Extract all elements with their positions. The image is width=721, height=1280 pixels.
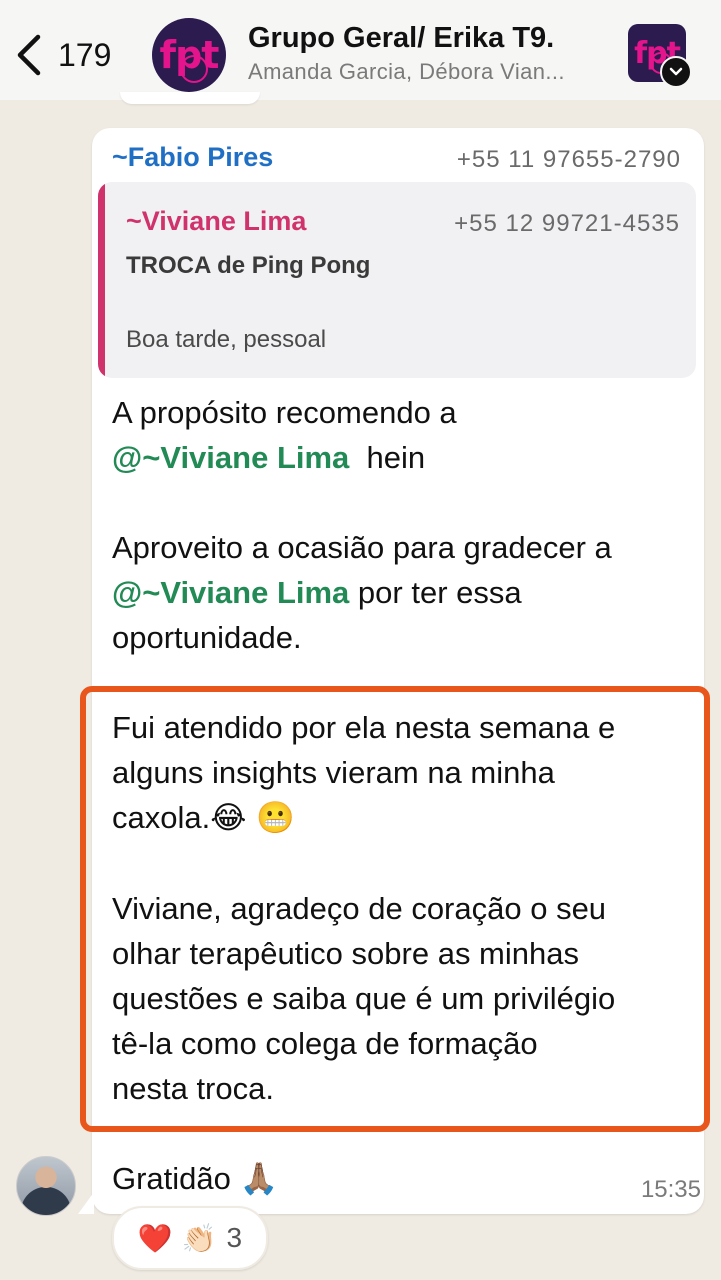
chevron-left-icon xyxy=(17,34,41,76)
message-text: caxola. xyxy=(112,800,211,835)
message-text: por ter essa xyxy=(349,575,522,610)
sender-avatar[interactable] xyxy=(16,1156,76,1216)
message-line: olhar terapêutico sobre as minhas xyxy=(112,936,579,971)
chat-title-area[interactable]: Grupo Geral/ Erika T9. Amanda Garcia, Dé… xyxy=(248,22,618,85)
message-paragraph: Gratidão 🙏🏽 xyxy=(112,1156,692,1202)
group-avatar[interactable]: fpt xyxy=(152,18,226,92)
chat-title: Grupo Geral/ Erika T9. xyxy=(248,22,555,54)
mention-link[interactable]: @~Viviane Lima xyxy=(112,440,349,475)
quoted-message[interactable]: ~Viviane Lima +55 12 99721-4535 TROCA de… xyxy=(98,182,696,378)
message-line: questões e saiba que é um privilégio xyxy=(112,981,616,1016)
message-reactions[interactable]: ❤️ 👏🏻 3 xyxy=(112,1206,268,1270)
message-line: alguns insights vieram na minha xyxy=(112,755,555,790)
quoted-sender-name: ~Viviane Lima xyxy=(126,206,307,236)
message-text: hein xyxy=(349,440,426,475)
reaction-count: 3 xyxy=(226,1222,243,1253)
quoted-sender-phone: +55 12 99721-4535 xyxy=(454,210,680,237)
back-button[interactable]: 179 xyxy=(14,30,114,80)
message-text: Gratidão xyxy=(112,1161,231,1196)
heart-clap-reaction-icons: ❤️ 👏🏻 xyxy=(137,1221,217,1255)
praying-hands-emoji: 🙏🏽 xyxy=(239,1161,279,1197)
quoted-text-body: Boa tarde, pessoal xyxy=(126,326,327,353)
message-line: Aproveito a ocasião para gradecer a xyxy=(112,530,612,565)
bubble-tail xyxy=(78,1192,94,1214)
message-paragraph: A propósito recomendo a @~Viviane Lima h… xyxy=(112,390,692,480)
chevron-down-badge-icon[interactable] xyxy=(660,56,692,88)
message-line: Fui atendido por ela nesta semana e xyxy=(112,710,616,745)
mention-link[interactable]: @~Viviane Lima xyxy=(112,575,349,610)
message-line: tê-la como colega de formação xyxy=(112,1026,538,1061)
message-paragraph: Viviane, agradeço de coração o seu olhar… xyxy=(112,886,692,1111)
previous-message-edge xyxy=(120,92,260,104)
message-line: @~Viviane Lima por ter essa xyxy=(112,570,692,615)
message-line: caxola.😂 😬 xyxy=(112,795,692,841)
quoted-text-title: TROCA de Ping Pong xyxy=(126,252,371,279)
message-line: @~Viviane Lima hein xyxy=(112,435,692,480)
message-sender-name[interactable]: ~Fabio Pires xyxy=(112,142,273,173)
quote-accent-bar xyxy=(98,182,105,378)
chat-header: 179 fpt Grupo Geral/ Erika T9. Amanda Ga… xyxy=(0,0,721,100)
message-line: Viviane, agradeço de coração o seu xyxy=(112,891,607,926)
message-line: nesta troca. xyxy=(112,1071,274,1106)
message-timestamp: 15:35 xyxy=(640,1176,701,1203)
group-logo-text: fpt xyxy=(160,33,219,83)
chat-participants: Amanda Garcia, Débora Vian... xyxy=(248,59,565,84)
laughing-grimacing-emoji: 😂 😬 xyxy=(210,800,295,836)
message-sender-phone: +55 11 97655-2790 xyxy=(456,146,681,173)
message-line: A propósito recomendo a xyxy=(112,395,457,430)
unread-count: 179 xyxy=(58,36,112,73)
message-line: oportunidade. xyxy=(112,620,302,655)
message-paragraph: Aproveito a ocasião para gradecer a @~Vi… xyxy=(112,525,692,660)
message-paragraph: Fui atendido por ela nesta semana e algu… xyxy=(112,705,692,841)
